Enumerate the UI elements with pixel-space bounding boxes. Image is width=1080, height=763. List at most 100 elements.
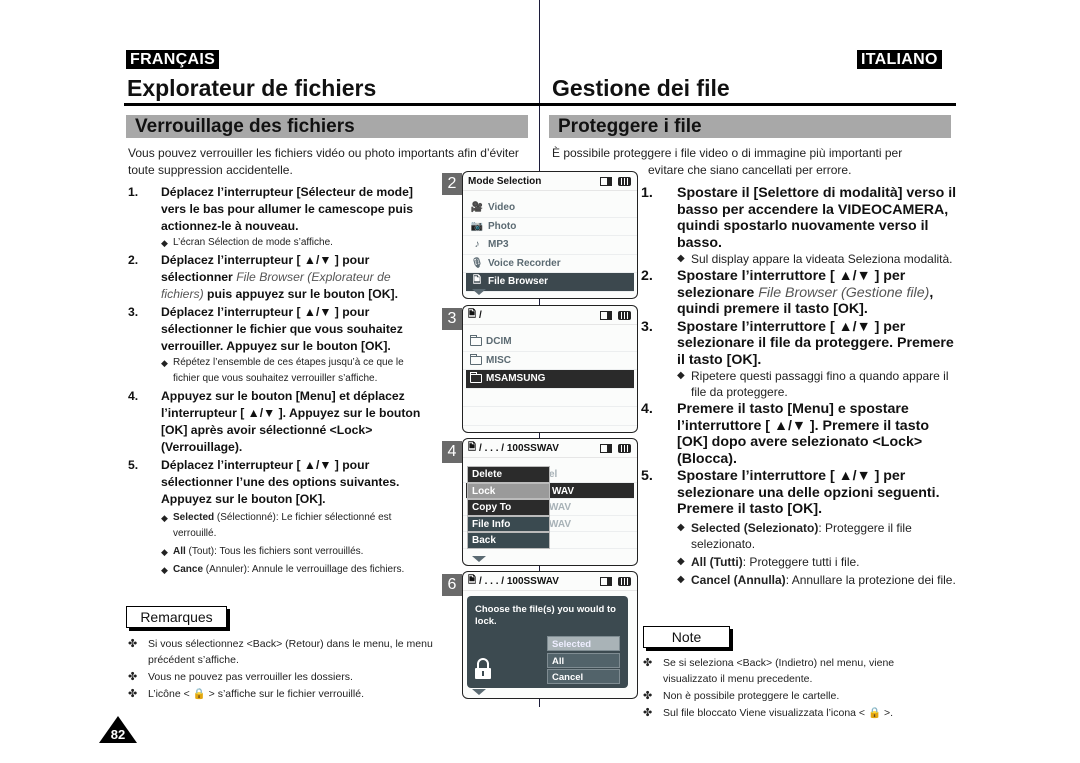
- screen-path: / . . . / 100SSWAV: [479, 575, 559, 587]
- screen-step-badge: 4: [442, 441, 462, 463]
- step-number: 3.: [641, 318, 653, 335]
- memory-card-icon: [600, 443, 612, 453]
- sub-bullet-text: Répétez l’ensemble de ces étapes jusqu’à…: [173, 357, 404, 384]
- option-term: All: [173, 546, 186, 557]
- option-selected[interactable]: Selected: [547, 636, 620, 651]
- step-number: 5.: [641, 468, 653, 484]
- note-item: ✤ L’icône < 🔒 > s’affiche sur le fichier …: [128, 686, 433, 702]
- memory-card-icon: [600, 176, 612, 186]
- option-text: All (Tout): Tous les fichiers sont verro…: [173, 544, 363, 560]
- menu-item-label: File Browser: [488, 276, 549, 288]
- option-desc: (Tout): Tous les fichiers sont verrouill…: [185, 546, 364, 557]
- step-item: 3. Déplacez l’interrupteur [ ▲/▼ ] pour s…: [128, 304, 433, 355]
- option-bullet: ◆ All (Tout): Tous les fichiers sont verr…: [128, 544, 433, 560]
- battery-icon: [618, 576, 631, 586]
- menu-item-lock[interactable]: Lock: [467, 482, 550, 499]
- step-text: Déplacez l’interrupteur [ ▲/▼ ] pour sél…: [161, 305, 403, 353]
- battery-icon: [618, 443, 631, 453]
- title-rule: [540, 103, 956, 106]
- menu-item-voice-recorder[interactable]: 🎙 Voice Recorder: [463, 255, 637, 273]
- clover-bullet-icon: ✤: [643, 707, 653, 719]
- diamond-bullet-icon: ◆: [677, 370, 685, 381]
- menu-item-file-browser[interactable]: 🗎 File Browser: [466, 273, 634, 292]
- option-bullet: ◆ Cance (Annuler): Annule le verrouillage…: [128, 562, 433, 578]
- notes-heading-french: Remarques: [126, 606, 227, 628]
- option-term: Selected: [173, 512, 215, 523]
- screen-path: /: [479, 309, 482, 321]
- note-text: L’icône < 🔒 > s’affiche sur le fichier v…: [148, 688, 364, 700]
- note-item: ✤ Sul file bloccato Viene visualizzata l’…: [643, 705, 943, 721]
- menu-item-photo[interactable]: 📷 Photo: [463, 218, 637, 236]
- title-rule: [124, 103, 540, 106]
- option-text: Cancel (Annulla): Annullare la protezion…: [691, 572, 956, 588]
- menu-item-copy-to[interactable]: Copy To: [467, 499, 550, 516]
- scroll-down-arrow-icon[interactable]: [472, 689, 486, 695]
- sub-bullet-text: L’écran Sélection de mode s’affiche.: [173, 237, 333, 248]
- menu-item-file-info[interactable]: File Info: [467, 515, 550, 532]
- screen-header: 🗎 / . . . / 100SSWAV: [463, 572, 637, 591]
- sub-bullet-text: Ripetere questi passaggi fino a quando a…: [691, 369, 949, 399]
- screen-header: 🗎 / . . . / 100SSWAV: [463, 439, 637, 458]
- folder-item[interactable]: MSAMSUNG: [466, 370, 634, 389]
- step-item: 1. Déplacez l’interrupteur [Sélecteur de …: [128, 184, 433, 235]
- menu-item-label: MP3: [488, 239, 509, 251]
- menu-item-video[interactable]: 🎥 Video: [463, 199, 637, 218]
- note-text: Si vous sélectionnez <Back> (Retour) dan…: [148, 638, 433, 666]
- step-number: 2.: [641, 268, 653, 284]
- microphone-icon: 🎙: [470, 257, 484, 269]
- step-number: 4.: [641, 401, 653, 417]
- step-number: 4.: [128, 389, 139, 403]
- sub-bullet: ◆ Répétez l’ensemble de ces étapes jusqu’…: [128, 355, 433, 387]
- folder-name: MISC: [486, 354, 511, 366]
- clover-bullet-icon: ✤: [128, 671, 138, 683]
- context-menu: Delete Lock Copy To File Info Back: [467, 466, 550, 549]
- step-number: 5.: [128, 458, 139, 472]
- diamond-bullet-icon: ◆: [677, 573, 685, 585]
- memory-card-icon: [600, 576, 612, 586]
- scroll-down-arrow-icon[interactable]: [472, 556, 486, 562]
- diamond-bullet-icon: ◆: [677, 555, 685, 567]
- step-text-after: puis appuyez sur le bouton [OK].: [203, 287, 398, 301]
- step-item: 5. Déplacez l’interrupteur [ ▲/▼ ] pour s…: [128, 457, 433, 508]
- diamond-bullet-icon: ◆: [161, 547, 168, 557]
- note-text: Se si seleziona <Back> (Indietro) nel me…: [663, 657, 895, 685]
- folder-item[interactable]: MISC: [463, 352, 637, 370]
- note-text: Non è possibile proteggere le cartelle.: [663, 690, 840, 702]
- dialog-message: Choose the file(s) you would to lock.: [475, 604, 616, 627]
- sub-bullet: ◆ Ripetere questi passaggi fino a quando …: [641, 368, 961, 400]
- menu-item-label: Photo: [488, 220, 517, 232]
- folder-icon: [470, 335, 482, 347]
- folder-item[interactable]: DCIM: [463, 333, 637, 352]
- option-all[interactable]: All: [547, 652, 620, 668]
- battery-icon: [618, 310, 631, 320]
- screen-header: 🗎 /: [463, 306, 637, 325]
- screen-lock-dialog: 🗎 / . . . / 100SSWAV Choose the file(s) y…: [462, 571, 638, 699]
- option-cancel[interactable]: Cancel: [547, 669, 620, 684]
- folder-name: DCIM: [486, 336, 512, 348]
- sub-bullet: ◆ L’écran Sélection de mode s’affiche.: [128, 235, 433, 251]
- step-item: 2. Spostare l’interruttore [ ▲/▼ ] per se…: [641, 268, 961, 318]
- diamond-bullet-icon: ◆: [677, 521, 685, 533]
- page-title-french: Explorateur de fichiers: [127, 75, 377, 101]
- steps-list-french: 1. Déplacez l’interrupteur [Sélecteur de …: [128, 184, 433, 578]
- step-text: Déplacez l’interrupteur [ ▲/▼ ] pour sél…: [161, 252, 433, 303]
- menu-item-mp3[interactable]: ♪ MP3: [463, 236, 637, 255]
- step-text: Spostare il [Selettore di modalità] vers…: [677, 185, 957, 251]
- option-desc: : Annullare la protezione dei file.: [785, 572, 956, 587]
- screen-step-badge: 2: [442, 173, 462, 195]
- step-number: 2.: [128, 253, 139, 267]
- step-item: 5. Spostare l’interruttore [ ▲/▼ ] per se…: [641, 468, 961, 518]
- step-number: 1.: [641, 185, 653, 201]
- step-text: Spostare l’interruttore [ ▲/▼ ] per sele…: [677, 318, 954, 368]
- scroll-down-arrow-icon[interactable]: [472, 289, 486, 295]
- screen-title: Mode Selection: [468, 175, 542, 187]
- file-icon: 🗎: [468, 308, 477, 320]
- file-icon: 🗎: [472, 275, 482, 287]
- note-item: ✤ Si vous sélectionnez <Back> (Retour) da…: [128, 636, 433, 668]
- lock-dialog: Choose the file(s) you would to lock. Se…: [467, 596, 628, 688]
- menu-item-back[interactable]: Back: [467, 532, 550, 549]
- step-text: Déplacez l’interrupteur [ ▲/▼ ] pour sél…: [161, 458, 400, 506]
- lock-icon: [475, 658, 491, 679]
- step-item: 3. Spostare l’interruttore [ ▲/▼ ] per se…: [641, 319, 961, 369]
- menu-item-delete[interactable]: Delete: [467, 466, 550, 483]
